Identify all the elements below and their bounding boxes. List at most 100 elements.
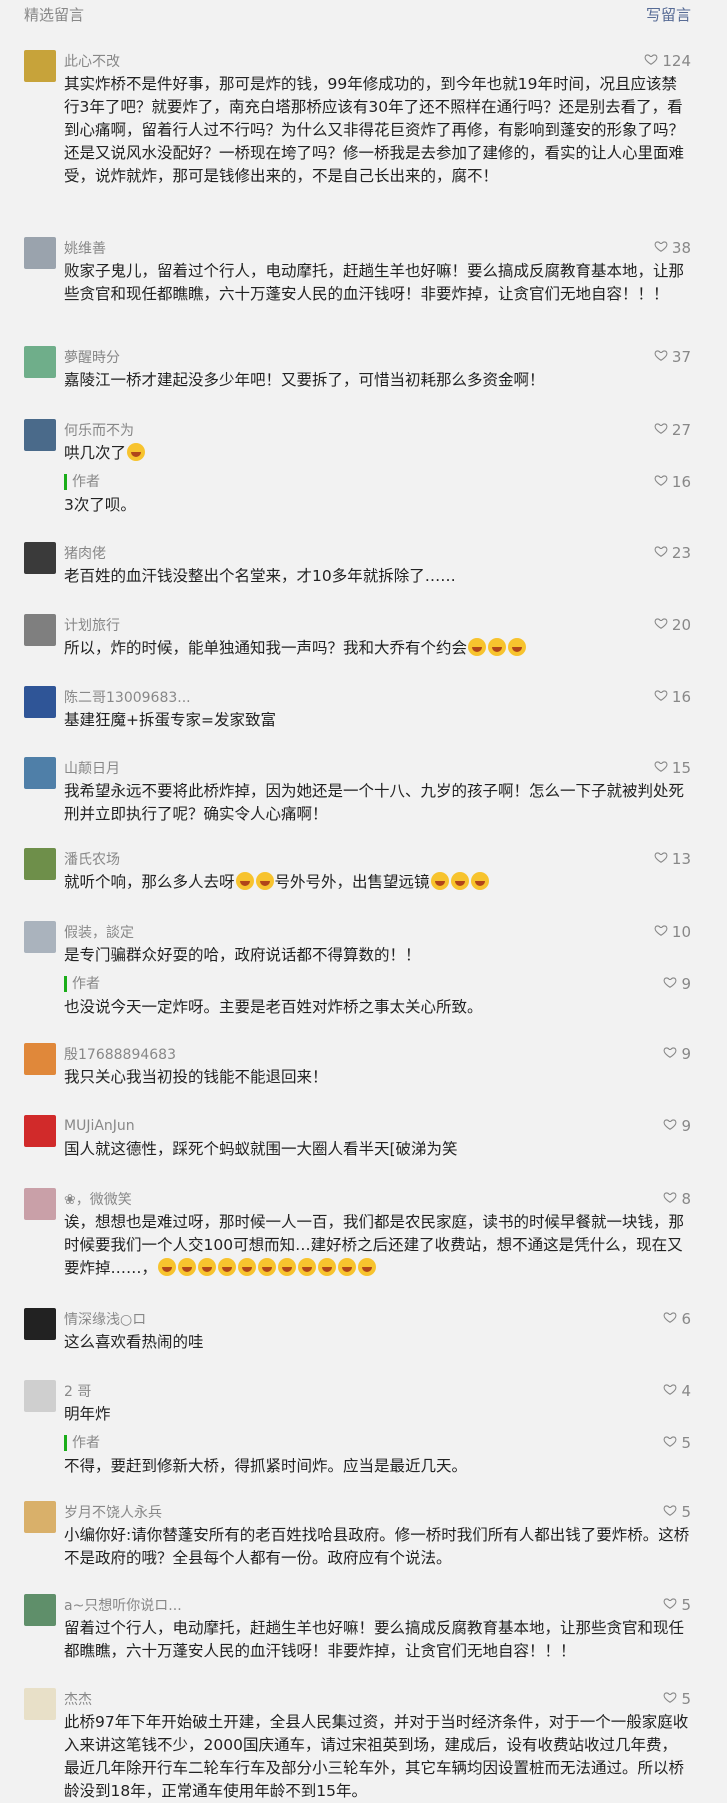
- avatar[interactable]: [24, 1115, 56, 1147]
- like-button[interactable]: 38: [654, 239, 691, 257]
- avatar[interactable]: [24, 1380, 56, 1412]
- like-button[interactable]: 9: [663, 1045, 691, 1063]
- like-button[interactable]: 16: [654, 688, 691, 706]
- emoji-icon: [255, 872, 274, 890]
- heart-icon: [663, 1596, 677, 1614]
- like-button[interactable]: 4: [663, 1382, 691, 1400]
- like-button[interactable]: 20: [654, 616, 691, 634]
- emoji-icon: [238, 1258, 257, 1276]
- emoji-icon: [127, 443, 146, 461]
- like-button[interactable]: 5: [663, 1690, 691, 1708]
- commenter-name[interactable]: 情深缘浅○ロ: [64, 1309, 146, 1329]
- heart-icon: [663, 1117, 677, 1135]
- author-reply: 作者 9 也没说今天一定炸呀。主要是老百姓对炸桥之事太关心所致。: [64, 973, 691, 1019]
- like-count: 9: [681, 1045, 691, 1063]
- like-button[interactable]: 5: [663, 1596, 691, 1614]
- reply-text: 不得，要赶到修新大桥，得抓紧时间炸。应当是最近几天。: [64, 1457, 468, 1475]
- like-button[interactable]: 23: [654, 544, 691, 562]
- comment-text: 我希望永远不要将此桥炸掉，因为她还是一个十八、九岁的孩子啊！怎么一下子就被判处死…: [64, 782, 685, 823]
- comment-item: 何乐而不为 27 哄几次了 作者 16 3次了呗。: [0, 419, 727, 517]
- comment-text: 明年炸: [64, 1405, 111, 1423]
- heart-icon: [663, 1190, 677, 1208]
- heart-icon: [654, 239, 668, 257]
- author-label: 作者: [64, 474, 100, 490]
- like-count: 16: [671, 688, 691, 706]
- avatar[interactable]: [24, 50, 56, 82]
- heart-icon: [654, 544, 668, 562]
- like-count: 20: [671, 616, 691, 634]
- comment-item: 假装，談定 10 是专门骗群众好耍的哈，政府说话都不得算数的！！ 作者 9 也没说今天一定…: [0, 921, 727, 1019]
- heart-icon: [663, 975, 677, 993]
- like-button[interactable]: 5: [663, 1503, 691, 1521]
- commenter-name[interactable]: MUJiAnJun: [64, 1118, 135, 1134]
- like-button[interactable]: 15: [654, 759, 691, 777]
- commenter-name[interactable]: 殷17688894683: [64, 1044, 176, 1064]
- avatar[interactable]: [24, 1688, 56, 1720]
- commenter-name[interactable]: 何乐而不为: [64, 420, 134, 440]
- comment-item: 此心不改 124 其实炸桥不是件好事，那可是炸的钱，99年修成功的，到今年也就19年…: [0, 50, 727, 188]
- comments-header: 精选留言 写留言: [0, 0, 727, 28]
- avatar[interactable]: [24, 921, 56, 953]
- avatar[interactable]: [24, 1501, 56, 1533]
- comment-text: 留着过个行人，电动摩托，赶趟生羊也好嘛！要么搞成反腐教育基本地，让那些贪官和现任…: [64, 1619, 685, 1660]
- commenter-name[interactable]: 2 哥: [64, 1381, 91, 1401]
- heart-icon: [644, 52, 658, 70]
- emoji-icon: [235, 872, 254, 890]
- avatar[interactable]: [24, 1594, 56, 1626]
- like-button[interactable]: 124: [644, 52, 691, 70]
- commenter-name[interactable]: 夢醒時分: [64, 347, 120, 367]
- commenter-name[interactable]: 此心不改: [64, 51, 120, 71]
- avatar[interactable]: [24, 848, 56, 880]
- comment-text: 就听个响，那么多人去呀 号外号外，出售望远镜: [64, 871, 691, 894]
- emoji-icon: [468, 638, 487, 656]
- emoji-icon: [218, 1258, 237, 1276]
- commenter-name[interactable]: 猪肉佬: [64, 543, 106, 563]
- like-button[interactable]: 27: [654, 421, 691, 439]
- reply-like-button[interactable]: 9: [663, 975, 691, 993]
- comment-text: 国人就这德性，踩死个蚂蚁就围一大圈人看半天[破涕为笑: [64, 1140, 458, 1158]
- commenter-name[interactable]: 假装，談定: [64, 922, 134, 942]
- commenter-name[interactable]: ❀，微微笑: [64, 1189, 132, 1209]
- avatar[interactable]: [24, 686, 56, 718]
- reply-like-button[interactable]: 5: [663, 1434, 691, 1452]
- like-button[interactable]: 13: [654, 850, 691, 868]
- write-comment-link[interactable]: 写留言: [646, 4, 691, 25]
- like-button[interactable]: 37: [654, 348, 691, 366]
- avatar[interactable]: [24, 757, 56, 789]
- reply-text: 3次了呗。: [64, 496, 136, 514]
- like-button[interactable]: 6: [663, 1310, 691, 1328]
- commenter-name[interactable]: 姚维善: [64, 238, 106, 258]
- avatar[interactable]: [24, 237, 56, 269]
- like-count: 5: [681, 1690, 691, 1708]
- emoji-icon: [508, 638, 527, 656]
- reply-like-button[interactable]: 16: [654, 473, 691, 491]
- avatar[interactable]: [24, 542, 56, 574]
- avatar[interactable]: [24, 346, 56, 378]
- commenter-name[interactable]: 山颠日月: [64, 758, 120, 778]
- comment-text: 基建狂魔+拆蛋专家=发家致富: [64, 711, 276, 729]
- like-button[interactable]: 10: [654, 923, 691, 941]
- avatar[interactable]: [24, 1188, 56, 1220]
- comment-text: 所以，炸的时候，能单独通知我一声吗？我和大乔有个约会: [64, 637, 691, 660]
- emoji-icon: [278, 1258, 297, 1276]
- avatar[interactable]: [24, 1308, 56, 1340]
- heart-icon: [654, 923, 668, 941]
- comment-item: 夢醒時分 37 嘉陵江一桥才建起没多少年吧！又要拆了，可惜当初耗那么多资金啊！: [0, 346, 727, 392]
- emoji-icon: [430, 872, 449, 890]
- commenter-name[interactable]: 计划旅行: [64, 615, 120, 635]
- heart-icon: [654, 759, 668, 777]
- comment-item: ❀，微微笑 8 诶，想想也是难过呀，那时候一人一百，我们都是农民家庭，读书的时候早餐…: [0, 1188, 727, 1280]
- like-button[interactable]: 9: [663, 1117, 691, 1135]
- commenter-name[interactable]: 杰杰: [64, 1689, 92, 1709]
- commenter-name[interactable]: 岁月不饶人永兵: [64, 1502, 162, 1522]
- comment-item: 姚维善 38 败家子鬼儿，留着过个行人，电动摩托，赶趟生羊也好嘛！要么搞成反腐教育基…: [0, 237, 727, 306]
- commenter-name[interactable]: 潘氏农场: [64, 849, 120, 869]
- avatar[interactable]: [24, 419, 56, 451]
- avatar[interactable]: [24, 1043, 56, 1075]
- like-button[interactable]: 8: [663, 1190, 691, 1208]
- commenter-name[interactable]: 陈二哥13009683...: [64, 687, 191, 707]
- commenter-name[interactable]: a~只想听你说ロ...: [64, 1595, 182, 1615]
- like-count: 5: [681, 1503, 691, 1521]
- avatar[interactable]: [24, 614, 56, 646]
- comment-text: 我只关心我当初投的钱能不能退回来！: [64, 1068, 328, 1086]
